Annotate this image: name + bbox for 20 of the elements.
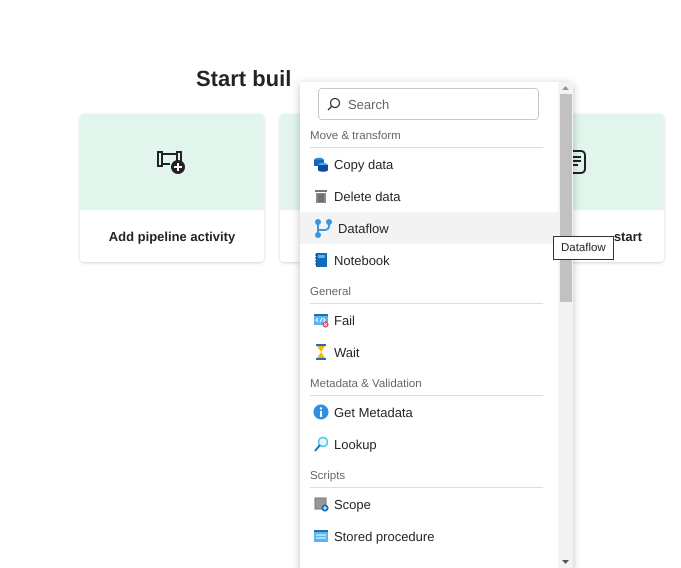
card-label: Add pipeline activity <box>108 228 236 244</box>
hourglass-icon <box>313 344 329 360</box>
procedure-icon <box>313 528 329 544</box>
card-label: start <box>614 228 642 244</box>
branch-icon <box>313 218 333 238</box>
code-error-icon <box>313 312 329 328</box>
pipeline-add-icon <box>157 149 187 175</box>
info-icon <box>313 404 329 420</box>
search-field[interactable]: Search <box>318 88 539 120</box>
chip-icon <box>313 496 329 512</box>
trash-icon <box>313 188 329 204</box>
document-icon <box>572 149 586 175</box>
tooltip: Dataflow <box>553 236 614 260</box>
database-icon <box>313 156 329 172</box>
search-icon <box>327 97 341 111</box>
menu-item[interactable]: Dataflow <box>300 212 558 244</box>
notebook-icon <box>313 252 329 268</box>
magnifier-icon <box>313 436 329 452</box>
page-heading: Start buil <box>196 65 292 93</box>
start-card[interactable]: Add pipeline activity <box>80 114 264 262</box>
